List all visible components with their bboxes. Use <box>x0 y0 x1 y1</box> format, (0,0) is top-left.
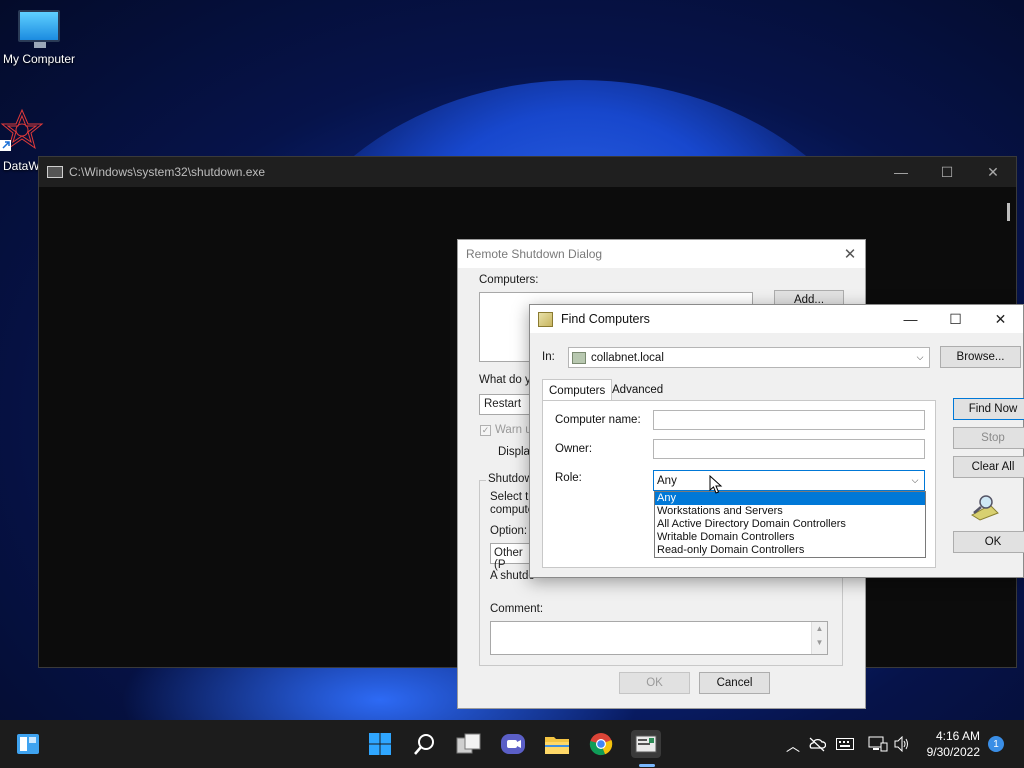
chevron-down-icon: ⌵ <box>916 352 924 362</box>
monitor-icon <box>18 10 60 48</box>
shutdown-cancel-button[interactable]: Cancel <box>699 672 770 694</box>
desktop-icon-dataw[interactable]: DataW <box>0 108 44 173</box>
find-computers-app-icon <box>538 311 553 327</box>
shutdown-dialog-titlebar[interactable]: Remote Shutdown Dialog ✕ <box>458 240 865 268</box>
keyboard-icon[interactable] <box>836 738 854 750</box>
owner-input[interactable] <box>653 439 925 459</box>
chevron-down-icon: ⌵ <box>911 475 919 485</box>
role-select[interactable]: Any ⌵ <box>653 470 925 491</box>
taskbar: ︿ 4:16 AM 9/30/2022 1 <box>0 720 1024 768</box>
select-reason-text-2: compute <box>490 504 535 516</box>
chevron-up-icon[interactable]: ︿ <box>786 736 800 756</box>
desktop-icon-label: My Computer <box>2 52 76 66</box>
role-option-any[interactable]: Any <box>655 492 925 505</box>
active-app-indicator <box>639 764 655 767</box>
search-icon[interactable] <box>411 730 439 758</box>
warn-users-checkbox[interactable]: ✓ Warn u <box>480 424 532 436</box>
shutdown-app-taskbar-icon[interactable] <box>631 730 661 758</box>
in-location-value: collabnet.local <box>591 351 664 364</box>
shutdown-dialog-close-button[interactable]: ✕ <box>835 245 865 263</box>
in-label: In: <box>542 351 555 363</box>
option-label: Option: <box>490 525 528 537</box>
warn-users-label: Warn u <box>495 424 532 436</box>
taskbar-clock[interactable]: 4:16 AM 9/30/2022 <box>927 728 980 760</box>
shutdown-dialog-title: Remote Shutdown Dialog <box>466 247 603 261</box>
desktop-icon-label: DataW <box>3 159 40 173</box>
desktop-icon-my-computer[interactable]: My Computer <box>0 10 78 66</box>
comment-label: Comment: <box>490 603 544 615</box>
domain-icon <box>572 351 586 364</box>
file-explorer-icon[interactable] <box>543 730 571 758</box>
clear-all-button[interactable]: Clear All <box>953 456 1024 478</box>
clock-time: 4:16 AM <box>935 729 980 743</box>
find-close-button[interactable]: ✕ <box>978 305 1023 333</box>
volume-icon[interactable] <box>893 736 911 752</box>
console-titlebar[interactable]: C:\Windows\system32\shutdown.exe — ☐ ✕ <box>39 157 1016 187</box>
find-minimize-button[interactable]: — <box>888 305 933 333</box>
stop-button[interactable]: Stop <box>953 427 1024 449</box>
display-warning-label: Displa <box>498 446 530 458</box>
find-computers-dialog[interactable]: Find Computers — ☐ ✕ In: collabnet.local… <box>529 304 1024 578</box>
search-animation-icon <box>971 495 999 521</box>
find-computers-titlebar[interactable]: Find Computers — ☐ ✕ <box>530 305 1023 333</box>
dataw-app-icon <box>0 108 44 151</box>
role-option-readonly-dcs[interactable]: Read-only Domain Controllers <box>655 544 925 557</box>
network-icon[interactable] <box>868 736 888 752</box>
notification-badge[interactable]: 1 <box>988 736 1004 752</box>
start-icon[interactable] <box>366 730 394 758</box>
comment-textarea[interactable]: ▲ ▼ <box>490 621 828 655</box>
console-maximize-button[interactable]: ☐ <box>924 157 970 187</box>
task-view-icon[interactable] <box>455 730 483 758</box>
console-app-icon <box>47 166 63 178</box>
tab-advanced[interactable]: Advanced <box>606 379 669 401</box>
tab-computers[interactable]: Computers <box>542 379 613 401</box>
role-option-all-dcs[interactable]: All Active Directory Domain Controllers <box>655 518 925 531</box>
teams-chat-icon[interactable] <box>499 730 527 758</box>
clock-date: 9/30/2022 <box>926 745 980 759</box>
chrome-icon[interactable] <box>587 730 615 758</box>
comment-scrollbar[interactable]: ▲ ▼ <box>811 622 827 654</box>
role-dropdown-list[interactable]: Any Workstations and Servers All Active … <box>654 491 926 558</box>
mouse-cursor-icon <box>709 475 723 494</box>
computer-name-label: Computer name: <box>555 414 641 426</box>
console-minimize-button[interactable]: — <box>878 157 924 187</box>
owner-label: Owner: <box>555 443 593 455</box>
shutdown-group-label: Shutdow <box>486 473 535 485</box>
onedrive-icon[interactable] <box>808 736 826 752</box>
computers-label: Computers: <box>479 274 539 286</box>
console-title: C:\Windows\system32\shutdown.exe <box>69 165 266 179</box>
find-maximize-button[interactable]: ☐ <box>933 305 978 333</box>
computer-name-input[interactable] <box>653 410 925 430</box>
role-select-value: Any <box>657 474 677 487</box>
widgets-icon[interactable] <box>14 730 42 758</box>
role-label: Role: <box>555 472 582 484</box>
find-computers-title: Find Computers <box>561 312 650 326</box>
in-location-combo[interactable]: collabnet.local ⌵ <box>568 347 930 368</box>
role-option-writable-dcs[interactable]: Writable Domain Controllers <box>655 531 925 544</box>
role-option-workstations[interactable]: Workstations and Servers <box>655 505 925 518</box>
find-ok-button[interactable]: OK <box>953 531 1024 553</box>
console-scrollbar[interactable] <box>1007 203 1010 221</box>
shutdown-ok-button[interactable]: OK <box>619 672 690 694</box>
find-now-button[interactable]: Find Now <box>953 398 1024 420</box>
console-close-button[interactable]: ✕ <box>970 157 1016 187</box>
browse-button[interactable]: Browse... <box>940 346 1021 368</box>
